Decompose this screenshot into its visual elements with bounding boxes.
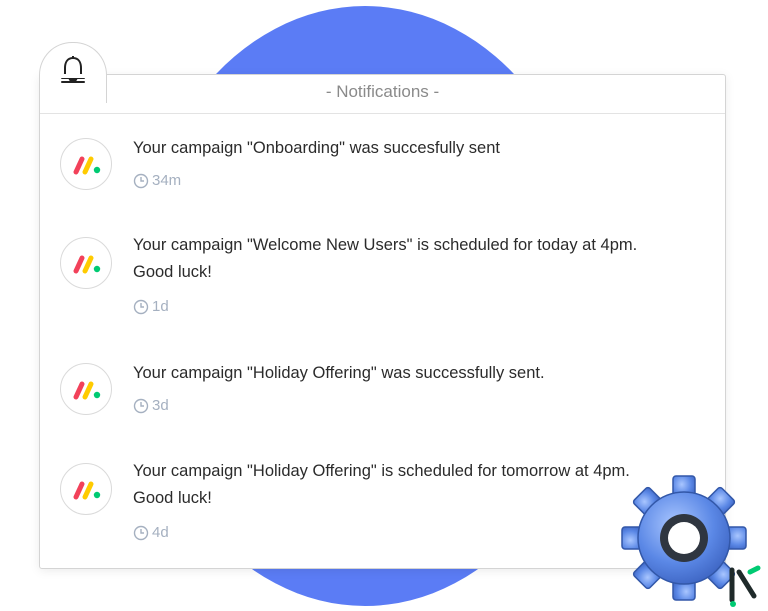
notification-message: Your campaign "Onboarding" was succesful…	[133, 139, 500, 157]
notification-time-label: 3d	[152, 397, 169, 414]
monday-logo-icon	[73, 255, 101, 274]
clock-icon	[133, 398, 149, 413]
brand-avatar	[60, 463, 112, 515]
clock-icon	[133, 299, 149, 314]
notification-time: 1d	[133, 298, 169, 315]
notification-time-label: 1d	[152, 298, 169, 315]
notification-time-label: 4d	[152, 524, 169, 541]
brand-avatar	[60, 363, 112, 415]
brand-avatar	[60, 138, 112, 190]
monday-logo-icon	[73, 156, 101, 175]
monday-logo-icon	[73, 481, 101, 500]
notification-message: Your campaign "Holiday Offering" was suc…	[133, 364, 545, 382]
clock-icon	[133, 173, 149, 188]
brand-avatar	[60, 237, 112, 289]
bell-tab[interactable]	[39, 42, 107, 103]
clock-icon	[133, 525, 149, 540]
notification-time: 34m	[133, 172, 181, 189]
notification-message: Your campaign "Welcome New Users" is sch…	[133, 236, 638, 281]
notification-message: Your campaign "Holiday Offering" is sche…	[133, 462, 630, 507]
bell-icon	[61, 56, 85, 83]
panel-title: - Notifications -	[40, 75, 725, 114]
monday-logo-icon	[73, 381, 101, 400]
notification-time: 3d	[133, 397, 169, 414]
tab-joint	[40, 74, 104, 78]
brand-logo-icon	[729, 565, 761, 607]
notification-time: 4d	[133, 524, 169, 541]
notification-time-label: 34m	[152, 172, 182, 189]
